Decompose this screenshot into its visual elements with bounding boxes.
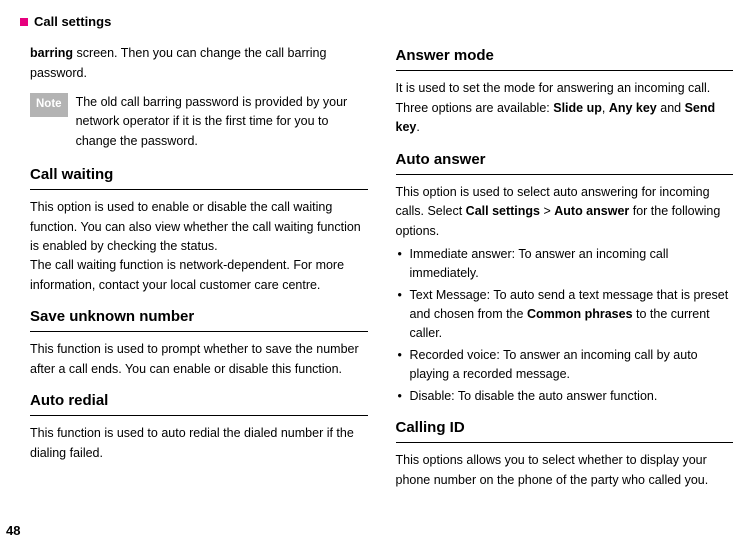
page-header: Call settings [20,12,733,32]
note-text: The old call barring password is provide… [76,93,368,151]
heading-calling-id: Calling ID [396,416,734,443]
save-unknown-p1: This function is used to prompt whether … [30,340,368,379]
list-item: Disable: To disable the auto answer func… [396,387,734,406]
header-title: Call settings [34,12,111,32]
right-column: Answer mode It is used to set the mode f… [396,44,734,500]
page-number: 48 [6,521,20,541]
heading-auto-answer: Auto answer [396,148,734,175]
call-waiting-p2: The call waiting function is network-dep… [30,256,368,295]
call-waiting-p1: This option is used to enable or disable… [30,198,368,256]
answer-mode-p1: It is used to set the mode for answering… [396,79,734,137]
auto-answer-options: Immediate answer: To answer an incoming … [396,245,734,406]
auto-redial-p1: This function is used to auto redial the… [30,424,368,463]
intro-paragraph: barring screen. Then you can change the … [30,44,368,83]
note-label: Note [30,93,68,117]
heading-answer-mode: Answer mode [396,44,734,71]
note-box: Note The old call barring password is pr… [30,93,368,151]
content-columns: barring screen. Then you can change the … [30,44,733,500]
calling-id-p1: This options allows you to select whethe… [396,451,734,490]
heading-call-waiting: Call waiting [30,163,368,190]
list-item: Immediate answer: To answer an incoming … [396,245,734,284]
list-item: Text Message: To auto send a text messag… [396,286,734,344]
list-item: Recorded voice: To answer an incoming ca… [396,346,734,385]
auto-answer-p1: This option is used to select auto answe… [396,183,734,241]
header-square-icon [20,18,28,26]
heading-save-unknown: Save unknown number [30,305,368,332]
heading-auto-redial: Auto redial [30,389,368,416]
left-column: barring screen. Then you can change the … [30,44,368,500]
